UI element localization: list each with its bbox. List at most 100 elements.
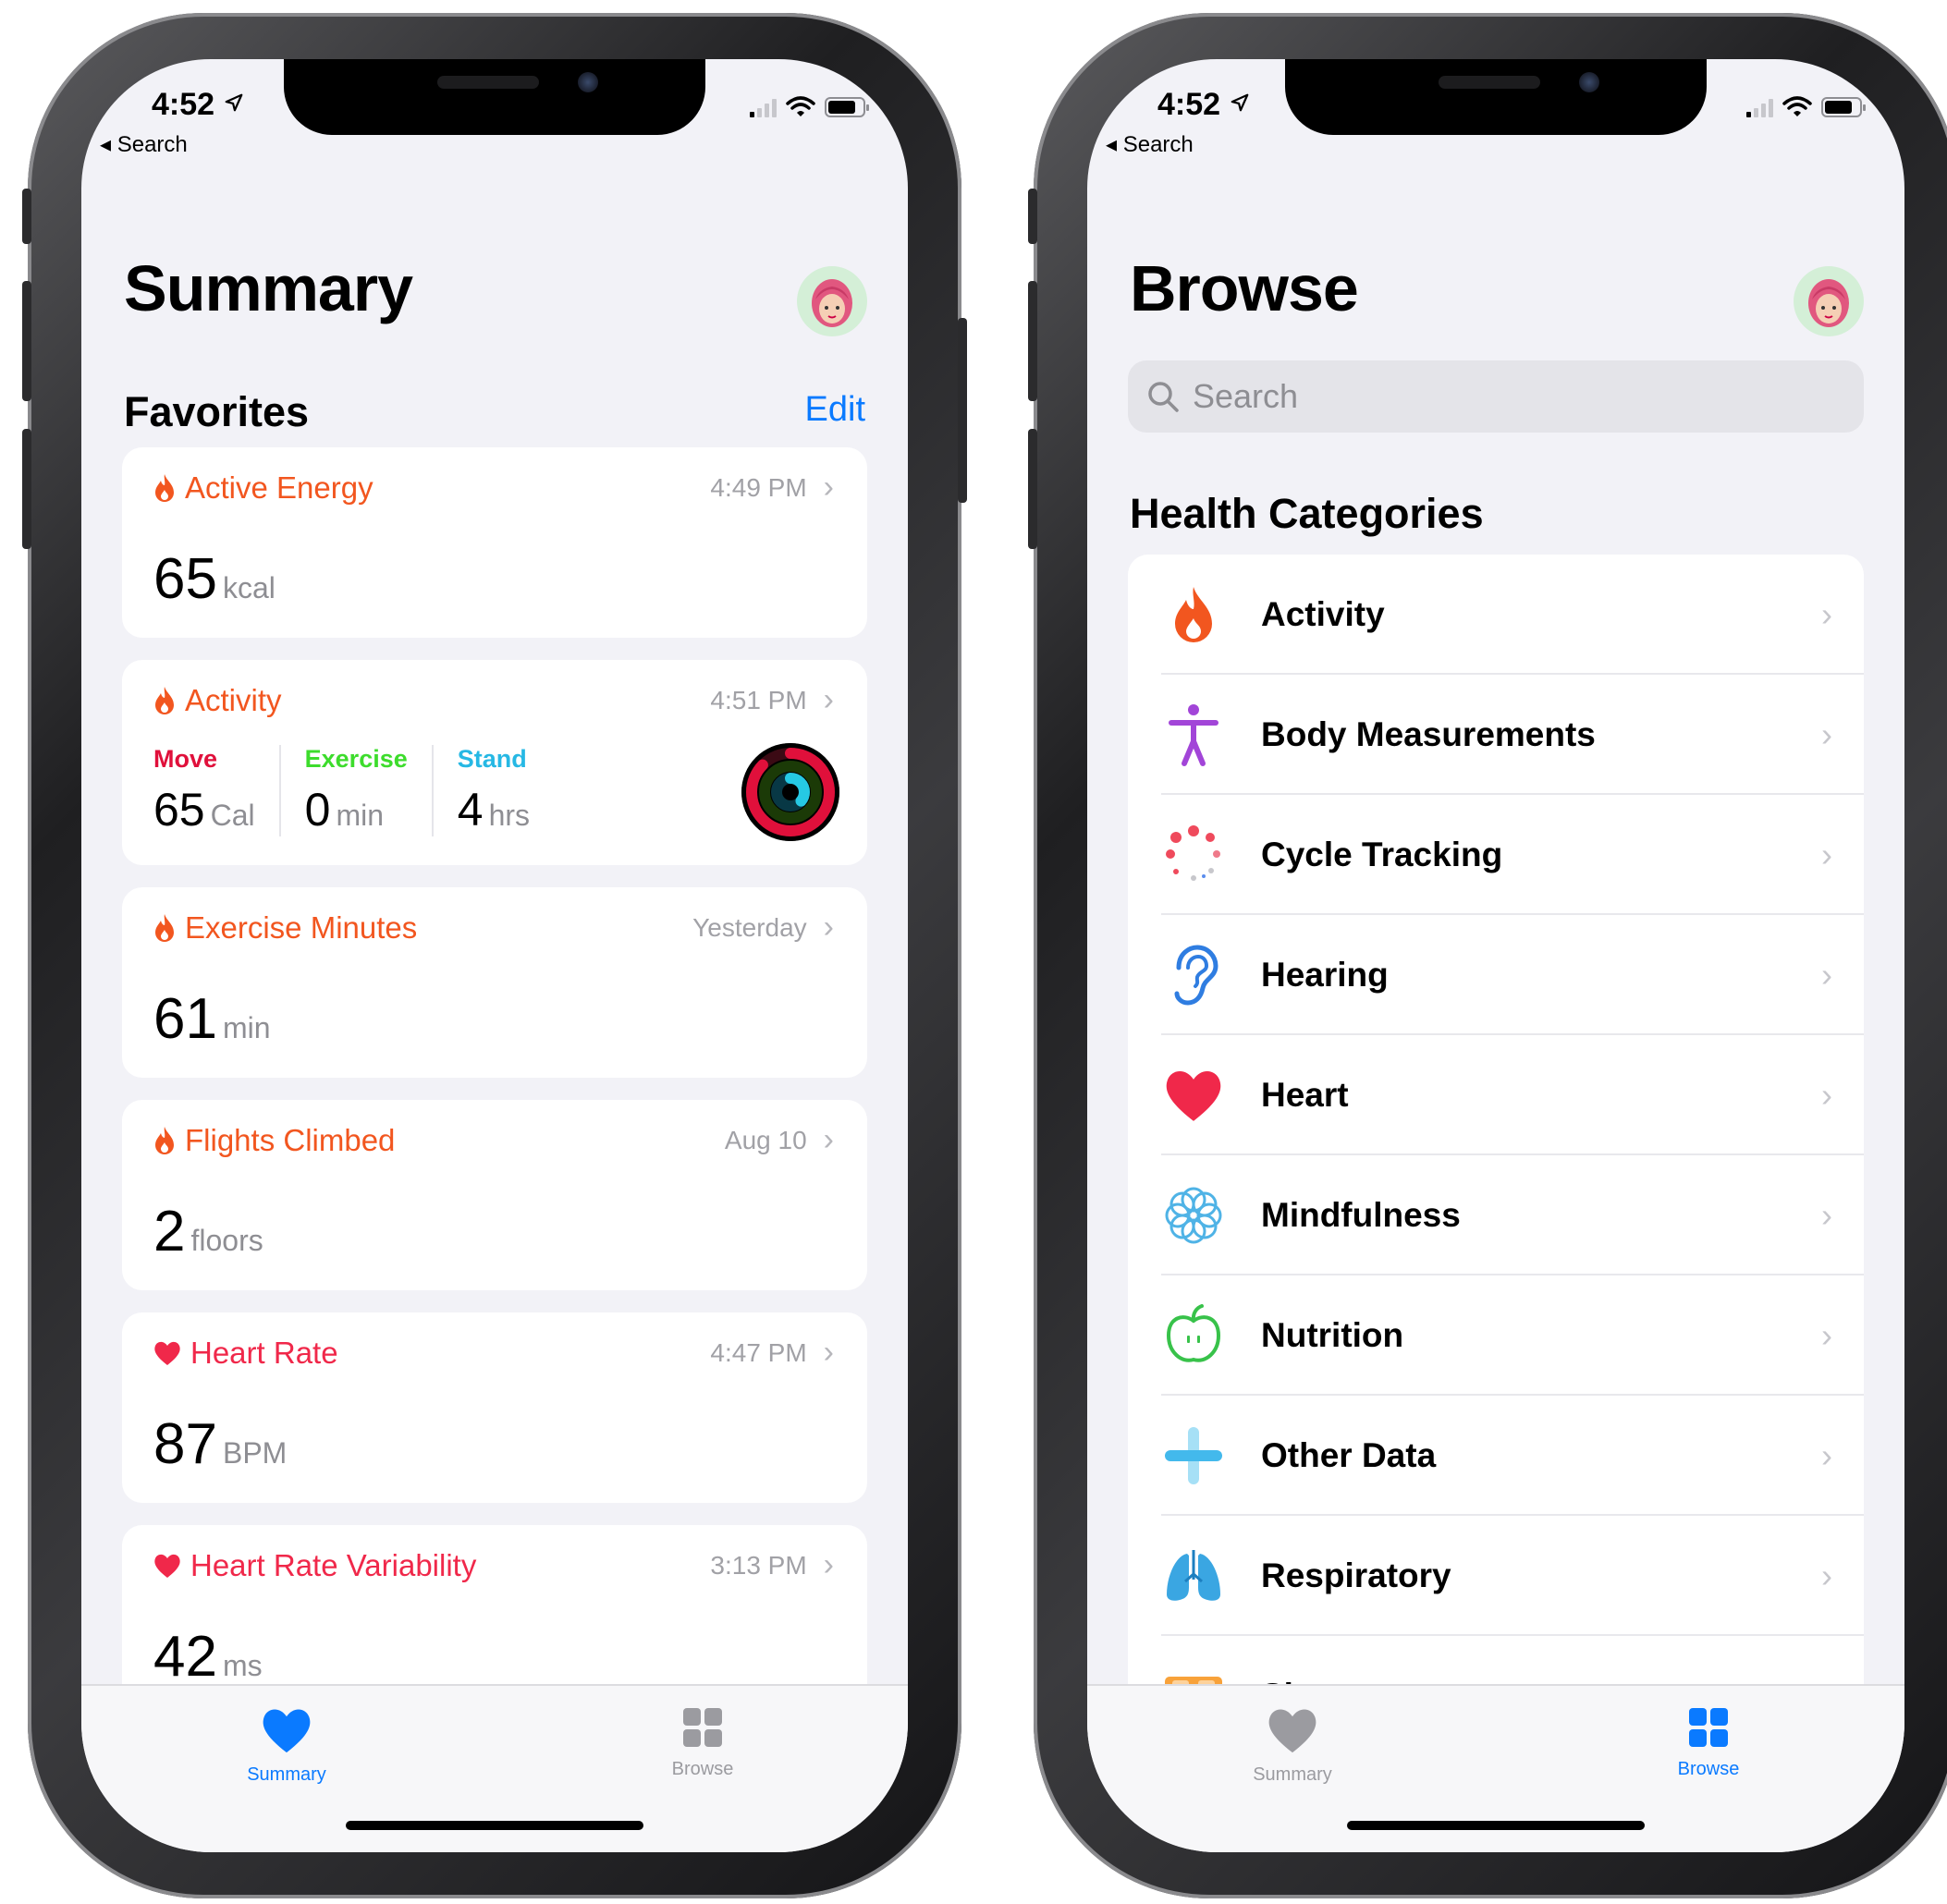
search-field[interactable] [1128,360,1864,433]
card-timestamp: 3:13 PM [710,1550,807,1580]
grid-icon [683,1708,722,1747]
summary-screen: 4:52 ◂ Search Summary Favorites Edit Act… [81,59,908,1852]
chevron-right-icon: › [1821,1316,1832,1354]
exercise-value: 0 [304,784,331,836]
category-label: Hearing [1261,956,1389,994]
battery-icon [1821,97,1866,117]
card-unit: ms [222,1649,263,1682]
home-indicator[interactable] [1347,1821,1645,1830]
flights-climbed-card[interactable]: Flights Climbed Aug 10 › 2 floors [122,1100,867,1290]
stand-value: 4 [457,784,484,836]
cycle-dots-icon [1166,825,1220,881]
home-indicator[interactable] [346,1821,643,1830]
cellular-signal-icon [750,97,777,117]
tab-summary[interactable]: Summary [203,1706,370,1786]
tab-label: Browse [1677,1759,1740,1779]
ring-switch [22,189,31,244]
active-energy-card[interactable]: Active Energy 4:49 PM › 65 kcal [122,447,867,638]
category-hearing[interactable]: Hearing › [1128,915,1864,1035]
back-to-search-link[interactable]: ◂ Search [1106,131,1194,158]
exercise-minutes-card[interactable]: Exercise Minutes Yesterday › 61 min [122,887,867,1078]
tab-bar: Summary Browse [1087,1684,1904,1852]
side-button [958,318,967,503]
chevron-right-icon: › [823,682,834,717]
chevron-right-icon: › [1821,595,1832,633]
figure-icon [1169,704,1218,766]
plus-icon [1165,1427,1222,1484]
search-icon [1148,382,1179,412]
card-timestamp: 4:51 PM [710,685,807,714]
chevron-right-icon: › [1821,1556,1832,1594]
flower-icon [1165,1187,1222,1244]
tab-browse[interactable]: Browse [1625,1706,1792,1780]
category-nutrition[interactable]: Nutrition › [1128,1275,1864,1396]
card-title: Active Energy [185,470,373,505]
category-respiratory[interactable]: Respiratory › [1128,1516,1864,1636]
volume-down-button [1028,429,1037,549]
category-body-measurements[interactable]: Body Measurements › [1128,675,1864,795]
browse-screen: 4:52 ◂ Search Browse Health Categories A… [1087,59,1904,1852]
category-activity[interactable]: Activity › [1128,555,1864,675]
favorites-heading: Favorites [124,388,310,435]
category-other-data[interactable]: Other Data › [1128,1396,1864,1516]
exercise-label: Exercise [304,745,408,773]
wifi-icon [786,96,815,116]
category-label: Cycle Tracking [1261,836,1503,873]
category-mindfulness[interactable]: Mindfulness › [1128,1155,1864,1275]
heart-rate-card[interactable]: Heart Rate 4:47 PM › 87 BPM [122,1312,867,1503]
card-title: Heart Rate Variability [190,1547,477,1582]
tab-summary[interactable]: Summary [1209,1706,1376,1786]
heart-icon [154,1554,180,1578]
volume-down-button [22,429,31,549]
category-label: Nutrition [1261,1316,1404,1354]
status-icons [1746,96,1866,118]
flame-icon [1175,587,1212,642]
card-timestamp: 4:49 PM [710,472,807,502]
apple-icon [1166,1304,1221,1362]
status-time: 4:52 [152,87,244,123]
heart-icon [1166,1070,1221,1121]
card-title: Heart Rate [190,1335,338,1370]
volume-up-button [1028,281,1037,401]
chevron-right-icon: › [1821,715,1832,753]
card-unit: floors [190,1224,263,1257]
search-input[interactable] [1193,377,1767,416]
card-value: 61 [153,987,217,1051]
status-icons [750,96,869,118]
move-stat: Move 65 Cal [153,745,281,836]
health-categories-heading: Health Categories [1130,490,1484,537]
card-title: Exercise Minutes [185,909,418,945]
move-unit: Cal [210,799,255,832]
category-heart[interactable]: Heart › [1128,1035,1864,1155]
status-time: 4:52 [1157,87,1250,123]
flame-icon [155,473,174,502]
tab-label: Summary [247,1764,326,1785]
exercise-unit: min [336,799,385,832]
category-cycle-tracking[interactable]: Cycle Tracking › [1128,795,1864,915]
location-arrow-icon [1231,93,1248,112]
ring-switch [1028,189,1037,244]
chevron-right-icon: › [1821,836,1832,873]
avatar[interactable] [1794,266,1864,336]
tab-label: Summary [1253,1764,1332,1785]
chevron-right-icon: › [823,909,834,945]
chevron-right-icon: › [1821,1436,1832,1474]
chevron-right-icon: › [1821,956,1832,994]
edit-button[interactable]: Edit [805,390,865,430]
volume-up-button [22,281,31,401]
page-title: Browse [1130,252,1359,324]
flame-icon [155,913,174,942]
activity-card[interactable]: Activity 4:51 PM › Move 65 Cal Exercise 0… [122,660,867,865]
lungs-icon [1167,1550,1220,1601]
avatar[interactable] [797,266,867,336]
category-label: Mindfulness [1261,1196,1461,1234]
flame-icon [155,1126,174,1154]
stand-unit: hrs [488,799,531,832]
chevron-right-icon: › [823,470,834,505]
card-value: 65 [153,547,217,611]
tab-bar: Summary Browse [81,1684,908,1852]
chevron-right-icon: › [823,1335,834,1370]
tab-browse[interactable]: Browse [619,1706,786,1780]
chevron-right-icon: › [823,1122,834,1157]
back-to-search-link[interactable]: ◂ Search [100,131,188,158]
